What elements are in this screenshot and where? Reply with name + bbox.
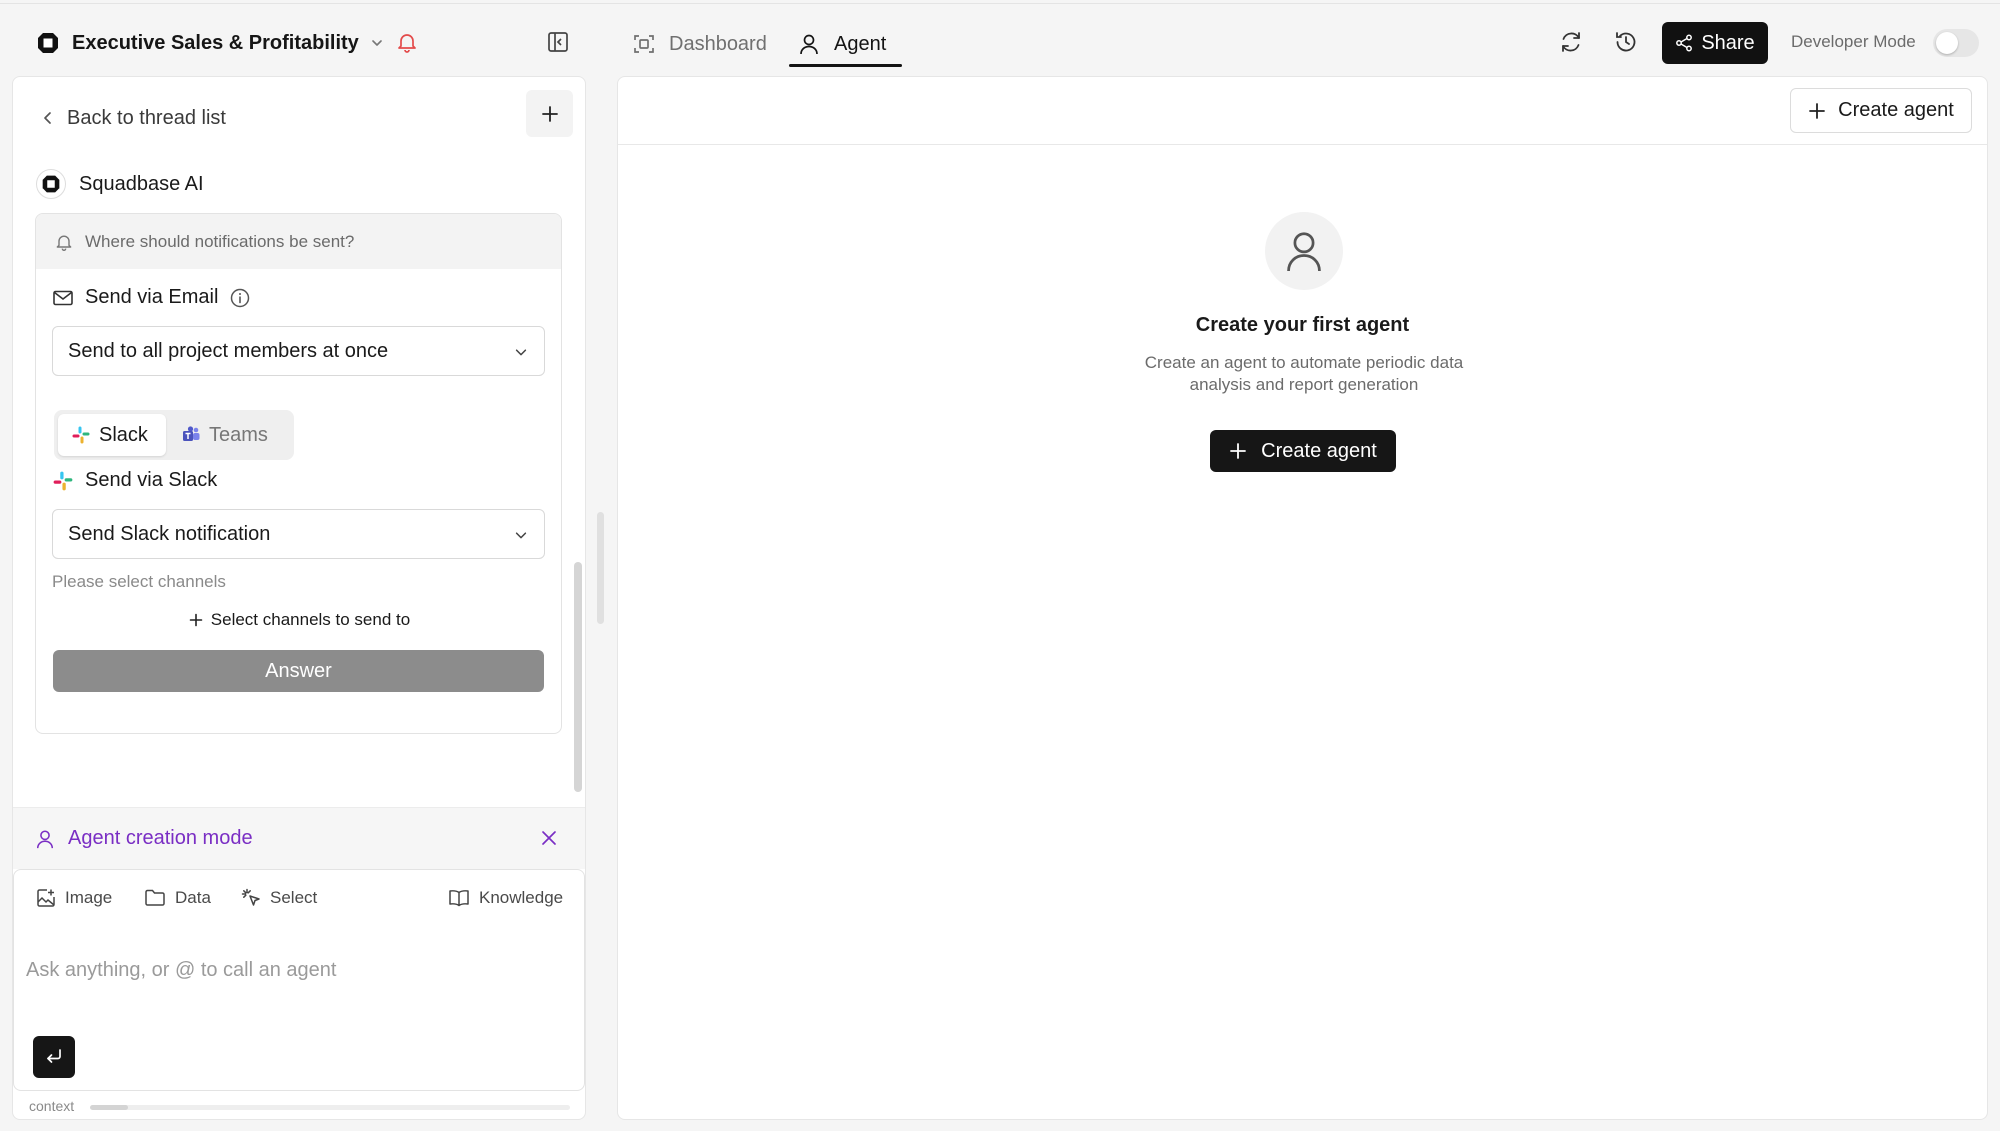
dashboard-scan-icon xyxy=(633,33,655,55)
knowledge-button[interactable]: Knowledge xyxy=(448,888,563,908)
image-plus-icon xyxy=(36,888,56,908)
active-tab-indicator xyxy=(789,64,902,67)
channels-hint: Please select channels xyxy=(52,572,226,591)
user-icon xyxy=(798,33,820,55)
tab-dashboard-label: Dashboard xyxy=(669,32,767,55)
info-icon[interactable] xyxy=(229,287,251,309)
close-icon[interactable] xyxy=(539,828,559,848)
enter-icon xyxy=(44,1047,64,1067)
email-recipients-select[interactable]: Send to all project members at once xyxy=(52,326,545,376)
tab-teams-label: Teams xyxy=(209,423,268,446)
squadbase-logo-icon xyxy=(36,31,60,55)
sidebar-collapse-icon[interactable] xyxy=(546,30,570,54)
refresh-icon[interactable] xyxy=(1559,30,1583,54)
slack-icon xyxy=(71,425,91,445)
project-title: Executive Sales & Profitability xyxy=(72,31,359,54)
tab-agent[interactable]: Agent xyxy=(798,22,886,66)
chevron-down-icon xyxy=(514,345,528,359)
attach-data-button[interactable]: Data xyxy=(144,888,211,908)
chevron-left-icon xyxy=(41,111,55,125)
mail-icon xyxy=(52,287,74,309)
plus-icon xyxy=(541,105,559,123)
tab-dashboard[interactable]: Dashboard xyxy=(633,22,767,66)
data-tool-label: Data xyxy=(175,888,211,907)
teams-icon xyxy=(181,425,201,445)
developer-mode-label: Developer Mode xyxy=(1791,32,1916,51)
share-button[interactable]: Share xyxy=(1662,22,1768,64)
notification-question-card: Where should notifications be sent? Send… xyxy=(35,213,562,734)
sender-name: Squadbase AI xyxy=(79,172,204,195)
tab-slack-label: Slack xyxy=(99,423,148,446)
project-switcher[interactable]: Executive Sales & Profitability xyxy=(36,26,385,60)
top-bar: Executive Sales & Profitability Dashboar… xyxy=(0,3,2000,75)
back-to-thread-list-link[interactable]: Back to thread list xyxy=(41,103,226,133)
bell-icon[interactable] xyxy=(395,30,419,54)
select-channels-label: Select channels to send to xyxy=(210,610,411,629)
plus-icon xyxy=(1229,442,1247,460)
select-tool-label: Select xyxy=(270,888,318,907)
back-label: Back to thread list xyxy=(67,106,226,129)
user-icon xyxy=(1284,229,1324,273)
user-icon xyxy=(35,829,55,849)
chevron-down-icon xyxy=(514,528,528,542)
question-text: Where should notifications be sent? xyxy=(85,231,355,251)
create-agent-header-label: Create agent xyxy=(1838,99,1954,121)
tab-teams[interactable]: Teams xyxy=(168,414,281,456)
context-label: context xyxy=(29,1098,75,1114)
email-section-label: Send via Email xyxy=(52,286,251,309)
attach-image-button[interactable]: Image xyxy=(36,888,112,908)
select-channels-button[interactable]: Select channels to send to xyxy=(36,610,561,630)
toggle-knob xyxy=(1936,32,1958,54)
mode-label: Agent creation mode xyxy=(68,827,253,849)
agent-panel-header: Create agent xyxy=(618,77,1987,145)
developer-mode-toggle[interactable] xyxy=(1933,29,1979,57)
chat-scrollbar[interactable] xyxy=(574,562,582,792)
bell-icon xyxy=(54,232,74,252)
book-open-icon xyxy=(448,888,470,908)
send-button[interactable] xyxy=(33,1036,75,1078)
email-label-text: Send via Email xyxy=(85,286,219,308)
folder-icon xyxy=(144,888,166,908)
image-tool-label: Image xyxy=(65,888,113,907)
agent-creation-mode-bar: Agent creation mode xyxy=(13,807,585,869)
create-agent-label: Create agent xyxy=(1261,439,1377,462)
create-agent-button[interactable]: Create agent xyxy=(1210,430,1396,472)
slack-section-label: Send via Slack xyxy=(52,469,217,492)
slack-notification-select[interactable]: Send Slack notification xyxy=(52,509,545,559)
email-select-value: Send to all project members at once xyxy=(68,339,389,362)
share-label: Share xyxy=(1701,31,1755,54)
plus-icon xyxy=(189,613,203,627)
chat-panel: Back to thread list Squadbase AI Where s… xyxy=(12,76,586,1120)
context-usage-bar xyxy=(90,1105,570,1110)
tab-slack[interactable]: Slack xyxy=(58,414,166,456)
create-agent-header-button[interactable]: Create agent xyxy=(1790,88,1972,133)
plus-icon xyxy=(1808,102,1826,120)
agent-panel: Create agent Create your first agent Cre… xyxy=(617,76,1988,1120)
empty-state-avatar xyxy=(1265,212,1343,290)
history-icon[interactable] xyxy=(1614,30,1638,54)
chat-composer: Image Data Select Knowledge xyxy=(13,869,585,1091)
empty-state-title: Create your first agent xyxy=(1195,314,1410,336)
chat-input[interactable] xyxy=(26,950,571,990)
cursor-click-icon xyxy=(241,888,261,908)
share-icon xyxy=(1675,34,1693,52)
chevron-down-icon xyxy=(369,35,385,51)
message-sender: Squadbase AI xyxy=(36,169,204,199)
answer-button[interactable]: Answer xyxy=(53,650,544,692)
channel-tabs: Slack Teams xyxy=(54,410,294,460)
slack-select-value: Send Slack notification xyxy=(68,522,271,545)
tab-agent-label: Agent xyxy=(834,32,887,55)
squadbase-logo-icon xyxy=(42,175,60,193)
slack-label-text: Send via Slack xyxy=(85,469,218,491)
context-usage-fill xyxy=(90,1105,129,1110)
select-element-button[interactable]: Select xyxy=(241,888,317,908)
card-header: Where should notifications be sent? xyxy=(36,214,561,269)
new-thread-button[interactable] xyxy=(526,90,573,137)
avatar xyxy=(36,169,66,199)
knowledge-tool-label: Knowledge xyxy=(479,888,564,907)
empty-state-description: Create an agent to automate periodic dat… xyxy=(1144,353,1464,394)
panel-resize-handle[interactable] xyxy=(597,512,604,624)
slack-icon xyxy=(52,470,74,492)
